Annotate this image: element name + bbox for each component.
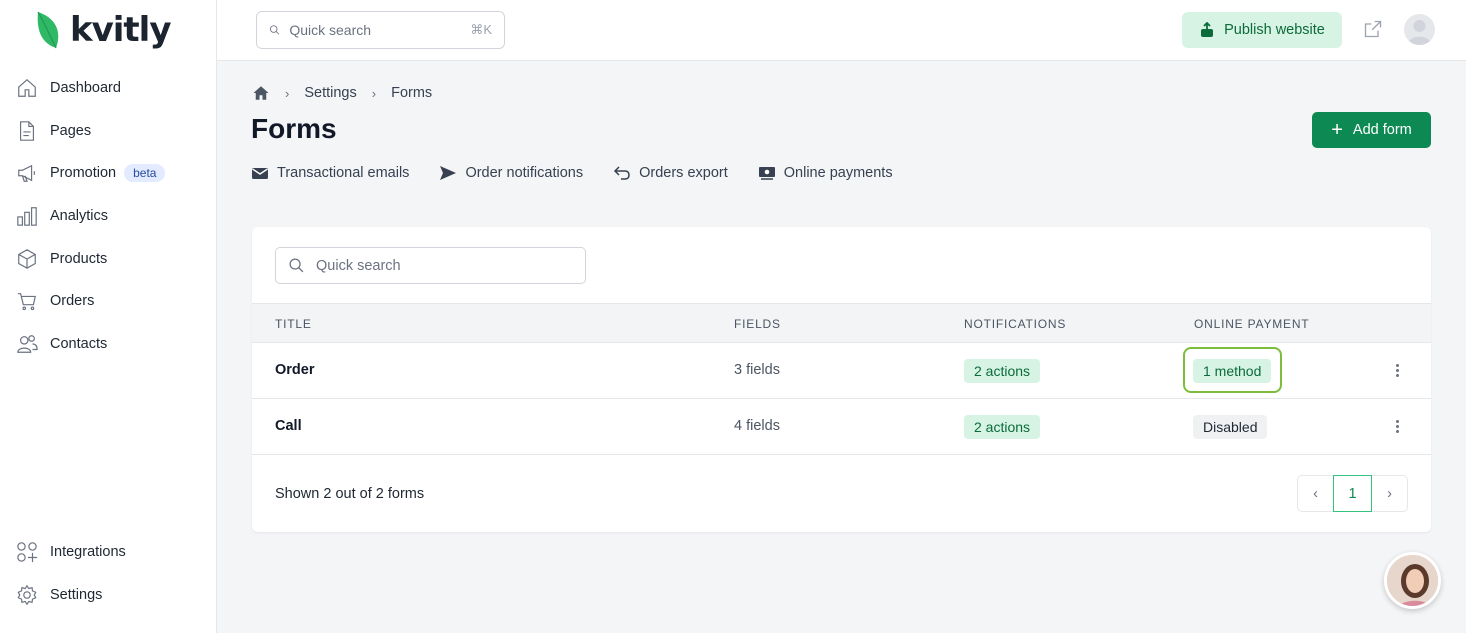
kvitly-logo[interactable]: kvitly <box>34 10 171 50</box>
sidebar-item-label: Integrations <box>50 544 126 560</box>
box-icon <box>18 249 36 269</box>
sidebar-item-label: Analytics <box>50 208 109 224</box>
column-notifications: NOTIFICATIONS <box>964 317 1067 331</box>
send-icon <box>440 166 457 180</box>
page-button[interactable]: 1 <box>1333 475 1372 512</box>
envelope-icon <box>252 168 268 179</box>
pagination: ‹ 1 › <box>1297 475 1408 512</box>
sidebar-item-label: Products <box>50 251 108 267</box>
forms-table-card: TITLE FIELDS NOTIFICATIONS ONLINE PAYMEN… <box>252 227 1431 532</box>
breadcrumb: › Settings › Forms <box>252 84 432 102</box>
publish-label: Publish website <box>1224 22 1325 38</box>
table-search-input[interactable] <box>316 257 573 274</box>
tab-label: Orders export <box>639 165 728 181</box>
search-icon <box>269 25 280 35</box>
table-row[interactable]: Order 3 fields 2 actions 1 method <box>252 343 1431 399</box>
column-title: TITLE <box>275 317 312 331</box>
table-footer-count: Shown 2 out of 2 forms <box>275 486 425 502</box>
settings-tabs: Transactional emails Order notifications… <box>251 162 923 184</box>
sidebar-item-label: Dashboard <box>50 80 121 96</box>
user-icon <box>1407 20 1432 45</box>
sidebar: kvitly Dashboard Pages Promotion beta An… <box>0 0 217 633</box>
row-menu-icon[interactable] <box>1394 360 1400 380</box>
tab-online-payments[interactable]: Online payments <box>758 162 893 184</box>
sidebar-item-dashboard[interactable]: Dashboard <box>16 73 121 103</box>
payment-badge: Disabled <box>1193 415 1268 439</box>
chevron-right-icon: › <box>1387 485 1392 502</box>
leaf-logo-icon <box>37 11 59 49</box>
prev-page-button[interactable]: ‹ <box>1297 475 1334 512</box>
sidebar-item-settings[interactable]: Settings <box>16 580 102 610</box>
sidebar-item-label: Promotion <box>50 165 117 181</box>
home-icon <box>18 78 36 97</box>
gear-icon <box>17 584 37 606</box>
sidebar-item-orders[interactable]: Orders <box>16 286 94 316</box>
column-online-payment: ONLINE PAYMENT <box>1194 317 1310 331</box>
add-form-label: Add form <box>1352 122 1412 138</box>
table-header: TITLE FIELDS NOTIFICATIONS ONLINE PAYMEN… <box>252 303 1431 343</box>
tab-label: Online payments <box>783 165 893 181</box>
shortcut-hint: ⌘K <box>470 22 492 37</box>
global-search[interactable]: ⌘K <box>256 11 505 49</box>
page-icon <box>19 121 35 141</box>
cart-icon <box>17 293 36 311</box>
sidebar-item-label: Orders <box>50 293 95 309</box>
table-row[interactable]: Call 4 fields 2 actions Disabled <box>252 399 1431 455</box>
external-link-icon[interactable] <box>1363 19 1383 39</box>
row-title[interactable]: Call <box>275 418 302 434</box>
global-search-input[interactable] <box>289 22 471 38</box>
table-search[interactable] <box>275 247 586 284</box>
chevron-left-icon: ‹ <box>1313 485 1318 502</box>
cash-icon <box>758 167 775 180</box>
sidebar-item-contacts[interactable]: Contacts <box>16 329 107 359</box>
grid-plus-icon <box>17 542 38 563</box>
sidebar-item-analytics[interactable]: Analytics <box>16 201 108 231</box>
user-avatar[interactable] <box>1404 14 1435 45</box>
notifications-badge: 2 actions <box>964 415 1041 439</box>
breadcrumb-settings[interactable]: Settings <box>304 85 356 101</box>
users-icon <box>17 335 38 353</box>
support-agent-photo-icon <box>1387 555 1438 606</box>
row-fields: 4 fields <box>734 418 780 434</box>
add-form-button[interactable]: + Add form <box>1312 112 1431 148</box>
sidebar-item-promotion[interactable]: Promotion beta <box>16 158 166 188</box>
plus-icon: + <box>1331 119 1343 141</box>
undo-arrow-icon <box>614 166 630 180</box>
beta-badge: beta <box>124 164 166 182</box>
chevron-right-icon: › <box>285 85 290 101</box>
sidebar-item-integrations[interactable]: Integrations <box>16 537 126 567</box>
tab-order-notifications[interactable]: Order notifications <box>439 162 583 184</box>
publish-icon <box>1201 22 1214 37</box>
breadcrumb-forms: Forms <box>391 85 433 101</box>
sidebar-item-label: Contacts <box>50 336 108 352</box>
next-page-button[interactable]: › <box>1371 475 1408 512</box>
tab-orders-export[interactable]: Orders export <box>613 162 728 184</box>
notifications-badge: 2 actions <box>964 359 1041 383</box>
row-fields: 3 fields <box>734 362 780 378</box>
sidebar-item-label: Settings <box>50 587 103 603</box>
support-chat-avatar[interactable] <box>1384 552 1441 609</box>
sidebar-item-pages[interactable]: Pages <box>16 116 91 146</box>
home-icon[interactable] <box>252 84 270 102</box>
tab-label: Order notifications <box>465 165 584 181</box>
logo-text: kvitly <box>70 10 171 50</box>
tab-transactional-emails[interactable]: Transactional emails <box>251 162 409 184</box>
tab-label: Transactional emails <box>277 165 410 181</box>
sidebar-item-label: Pages <box>50 123 92 139</box>
page-title: Forms <box>251 113 337 144</box>
chevron-right-icon: › <box>371 85 377 101</box>
column-fields: FIELDS <box>734 317 781 331</box>
publish-website-button[interactable]: Publish website <box>1182 12 1342 48</box>
bar-chart-icon <box>17 207 37 226</box>
payment-badge: 1 method <box>1193 359 1272 383</box>
top-header: ⌘K Publish website <box>217 0 1466 61</box>
megaphone-icon <box>18 164 35 182</box>
row-title[interactable]: Order <box>275 362 315 378</box>
search-icon <box>289 258 304 273</box>
row-menu-icon[interactable] <box>1394 416 1400 436</box>
sidebar-item-products[interactable]: Products <box>16 244 107 274</box>
